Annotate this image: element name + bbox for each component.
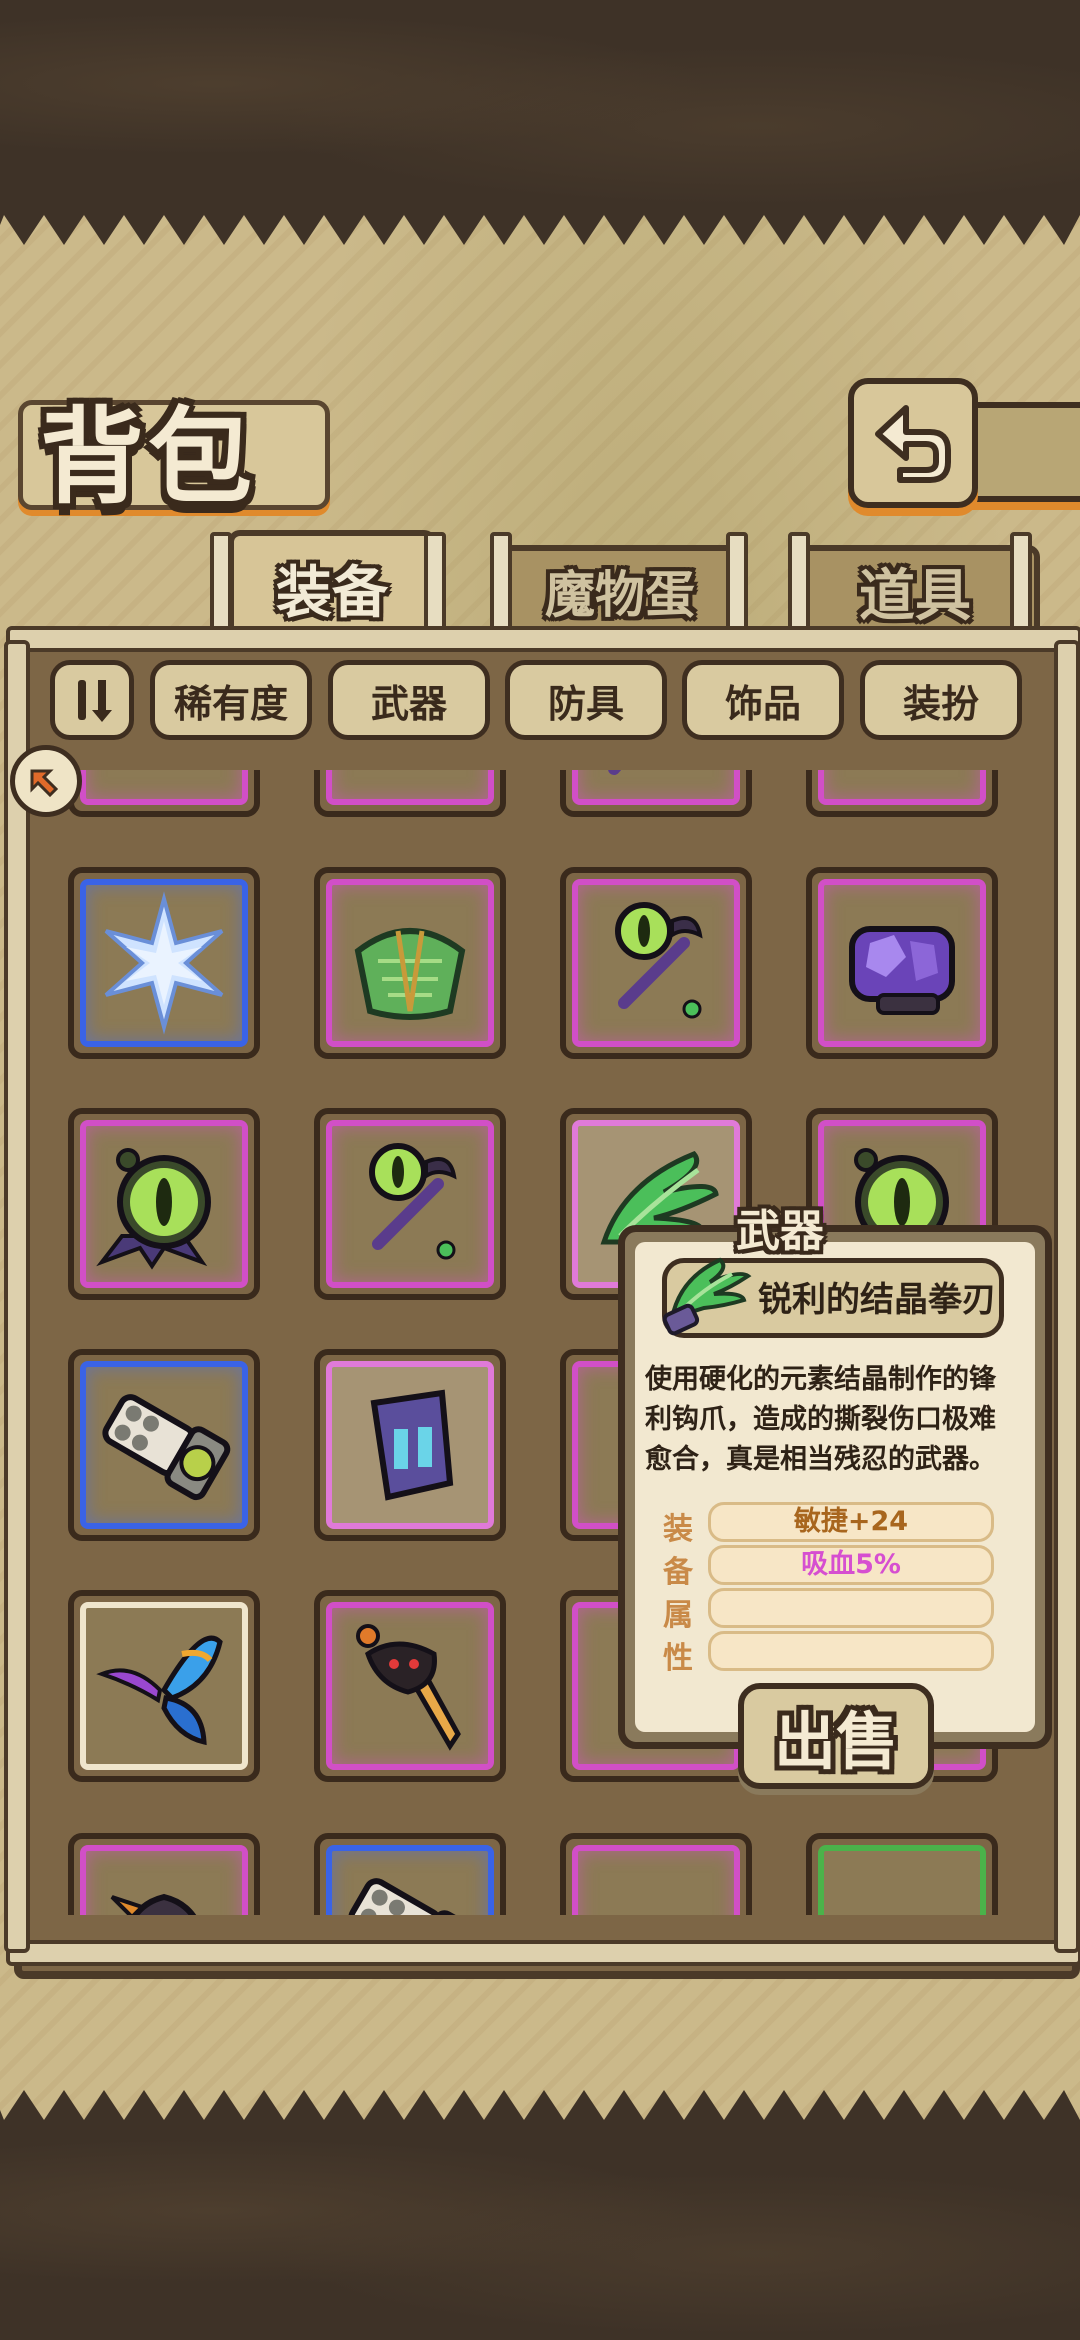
attribute-heading-char: 备 <box>663 1555 693 1590</box>
dark-helmet-icon <box>92 770 236 793</box>
inventory-slot[interactable] <box>560 867 752 1059</box>
inventory-slot[interactable] <box>68 1833 260 1915</box>
panel-frame-top <box>6 626 1080 652</box>
inventory-slot[interactable] <box>68 770 260 817</box>
attribute-heading-char: 装 <box>663 1512 693 1547</box>
gatling-gun-icon <box>348 1878 477 1915</box>
panel-frame-right <box>1054 640 1080 1953</box>
crystal-claw-icon <box>662 1257 752 1336</box>
filter-rarity-label: 稀有度 <box>173 681 288 726</box>
tab-post <box>726 532 748 640</box>
water-bucket-icon <box>584 1857 728 1915</box>
ice-crystal-icon <box>104 891 224 1035</box>
tab-equipment[interactable]: 装备 <box>228 530 436 640</box>
tooltip-item-name: 锐利的结晶拳刃 <box>758 1280 996 1320</box>
tab-items-label: 道具 <box>859 563 971 629</box>
inventory-slot[interactable] <box>314 1108 506 1300</box>
arrow-icon <box>30 769 59 798</box>
filter-costume-button[interactable]: 装扮 <box>860 660 1022 740</box>
top-background-band <box>0 0 1080 210</box>
inventory-slot[interactable] <box>560 770 752 817</box>
collapse-arrow-button[interactable] <box>10 745 82 817</box>
sell-button-label: 出售 <box>773 1705 898 1778</box>
page-title: 背包 <box>40 396 257 518</box>
sell-button[interactable]: 出售 <box>738 1683 934 1789</box>
attribute-heading-char: 性 <box>663 1641 693 1676</box>
tab-post <box>490 532 512 640</box>
dark-helmet-icon <box>110 1893 196 1915</box>
inventory-slot[interactable] <box>806 770 998 817</box>
panel-frame-bottom <box>6 1940 1080 1966</box>
tab-monster-egg-label: 魔物蛋 <box>545 566 695 624</box>
tab-post <box>788 532 810 640</box>
inventory-slot[interactable] <box>68 1349 260 1541</box>
eye-amulet-icon <box>96 1148 211 1270</box>
filter-accessory-label: 饰品 <box>724 681 801 726</box>
tooltip-description: 使用硬化的元素结晶制作的锋利钩爪，造成的撕裂伤口极难愈合，真是相当残忍的武器。 <box>645 1364 996 1475</box>
sort-toggle-icon <box>78 680 112 722</box>
inventory-slot[interactable] <box>314 770 506 817</box>
attribute-agility: 敏捷+24 <box>708 1502 994 1542</box>
feather-icon <box>830 770 974 793</box>
butterfly-wing-icon <box>96 1635 223 1746</box>
panel-frame-left <box>4 640 30 1953</box>
filter-armor-label: 防具 <box>547 681 624 726</box>
amethyst-gauntlet-icon <box>849 926 955 1015</box>
tab-items[interactable]: 道具 <box>790 545 1040 631</box>
red-item-icon <box>830 1857 974 1915</box>
zigzag-edge-bottom <box>0 2090 1080 2130</box>
zigzag-edge-top <box>0 205 1080 245</box>
inventory-slot[interactable] <box>314 1833 506 1915</box>
inventory-slot[interactable] <box>68 1108 260 1300</box>
purple-staff-icon <box>608 770 622 775</box>
filter-accessory-button[interactable]: 饰品 <box>682 660 844 740</box>
inventory-slot[interactable] <box>560 1833 752 1915</box>
back-button[interactable] <box>848 378 978 508</box>
attribute-lifesteal: 吸血5% <box>708 1545 994 1585</box>
inventory-slot[interactable] <box>314 1590 506 1782</box>
filter-weapon-button[interactable]: 武器 <box>328 660 490 740</box>
demon-sword-icon <box>356 1624 461 1751</box>
attribute-empty-slot <box>708 1588 994 1628</box>
tab-equipment-label: 装备 <box>276 560 388 626</box>
eye-staff-icon <box>615 902 703 1019</box>
rune-bracer-icon <box>370 1389 454 1501</box>
inventory-slot[interactable] <box>68 1590 260 1782</box>
bottom-background-band <box>0 2125 1080 2340</box>
inventory-slot[interactable] <box>806 1833 998 1915</box>
attribute-heading-char: 属 <box>663 1598 693 1633</box>
tab-post <box>1010 532 1032 640</box>
inventory-slot[interactable] <box>314 1349 506 1541</box>
filter-weapon-label: 武器 <box>370 681 447 726</box>
gatling-gun-icon <box>102 1394 231 1501</box>
sort-toggle-button[interactable] <box>50 660 134 740</box>
tab-monster-egg[interactable]: 魔物蛋 <box>494 545 746 631</box>
attribute-empty-slot <box>708 1631 994 1671</box>
eye-staff-icon <box>369 1143 457 1260</box>
filter-armor-button[interactable]: 防具 <box>505 660 667 740</box>
return-arrow-icon <box>875 405 951 483</box>
filter-costume-label: 装扮 <box>902 681 979 726</box>
inventory-slot[interactable] <box>68 867 260 1059</box>
back-button-tail <box>968 402 1080 502</box>
dark-armor-icon <box>338 770 482 793</box>
inventory-slot[interactable] <box>314 867 506 1059</box>
filter-rarity-button[interactable]: 稀有度 <box>150 660 312 740</box>
attribute-heading: 装 备 属 性 <box>660 1508 696 1680</box>
scale-armor-icon <box>354 928 466 1020</box>
inventory-slot[interactable] <box>806 867 998 1059</box>
